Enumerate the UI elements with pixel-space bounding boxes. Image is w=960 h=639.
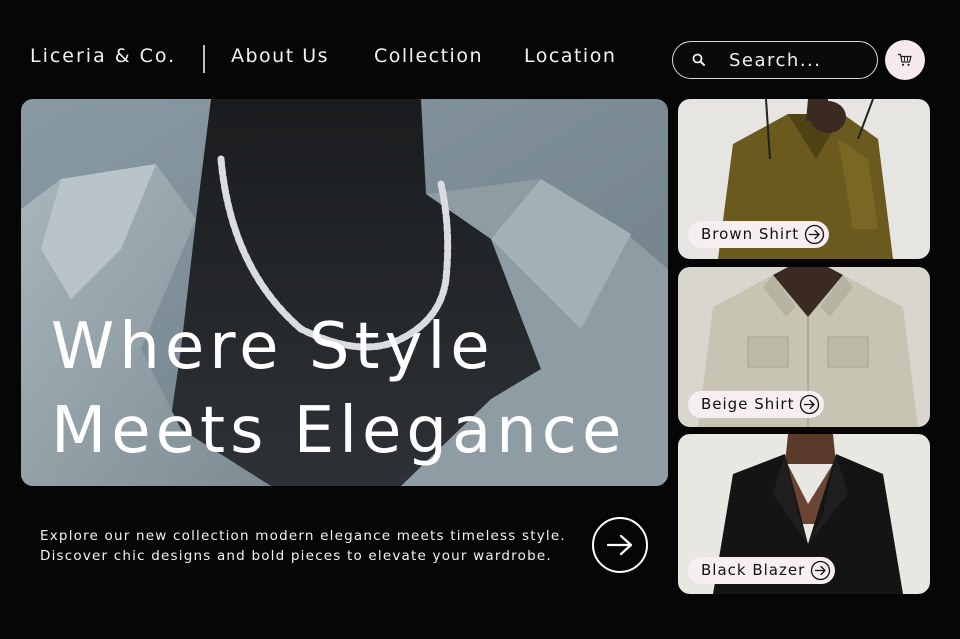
product-card-black-blazer[interactable]: Black Blazer: [678, 434, 930, 594]
nav-link-collection[interactable]: Collection: [374, 45, 483, 67]
product-label-brown-shirt[interactable]: Brown Shirt: [688, 221, 830, 248]
product-name: Black Blazer: [701, 561, 806, 579]
cart-button[interactable]: [885, 40, 925, 80]
tagline-line-2: Discover chic designs and bold pieces to…: [40, 547, 552, 564]
top-navigation: Liceria & Co. About Us Collection Locati…: [0, 0, 960, 100]
tagline-line-1: Explore our new collection modern elegan…: [40, 528, 566, 544]
arrow-right-circle-icon: [804, 224, 825, 245]
hero-tagline: Explore our new collection modern elegan…: [40, 527, 600, 566]
arrow-right-icon: [606, 534, 633, 556]
search-icon: [692, 53, 705, 66]
explore-arrow-button[interactable]: [592, 517, 648, 573]
arrow-right-circle-icon: [811, 560, 831, 581]
search-box[interactable]: [672, 41, 878, 79]
product-label-beige-shirt[interactable]: Beige Shirt: [688, 391, 825, 418]
search-input[interactable]: [729, 48, 869, 72]
product-name: Beige Shirt: [701, 395, 795, 413]
hero-title-line-2: Meets Elegance: [51, 394, 627, 468]
product-name: Brown Shirt: [701, 225, 800, 243]
brand-logo[interactable]: Liceria & Co.: [30, 45, 176, 67]
nav-link-location[interactable]: Location: [524, 45, 616, 67]
cart-icon: [897, 53, 912, 66]
nav-link-about-us[interactable]: About Us: [231, 45, 329, 67]
arrow-right-circle-icon: [800, 394, 820, 415]
product-label-black-blazer[interactable]: Black Blazer: [688, 557, 836, 584]
nav-divider: [203, 45, 205, 73]
hero-banner: Where Style Meets Elegance: [21, 99, 668, 486]
hero-title: Where Style Meets Elegance: [51, 305, 668, 473]
product-card-beige-shirt[interactable]: Beige Shirt: [678, 267, 930, 427]
hero-title-line-1: Where Style: [51, 310, 495, 384]
product-card-brown-shirt[interactable]: Brown Shirt: [678, 99, 930, 259]
